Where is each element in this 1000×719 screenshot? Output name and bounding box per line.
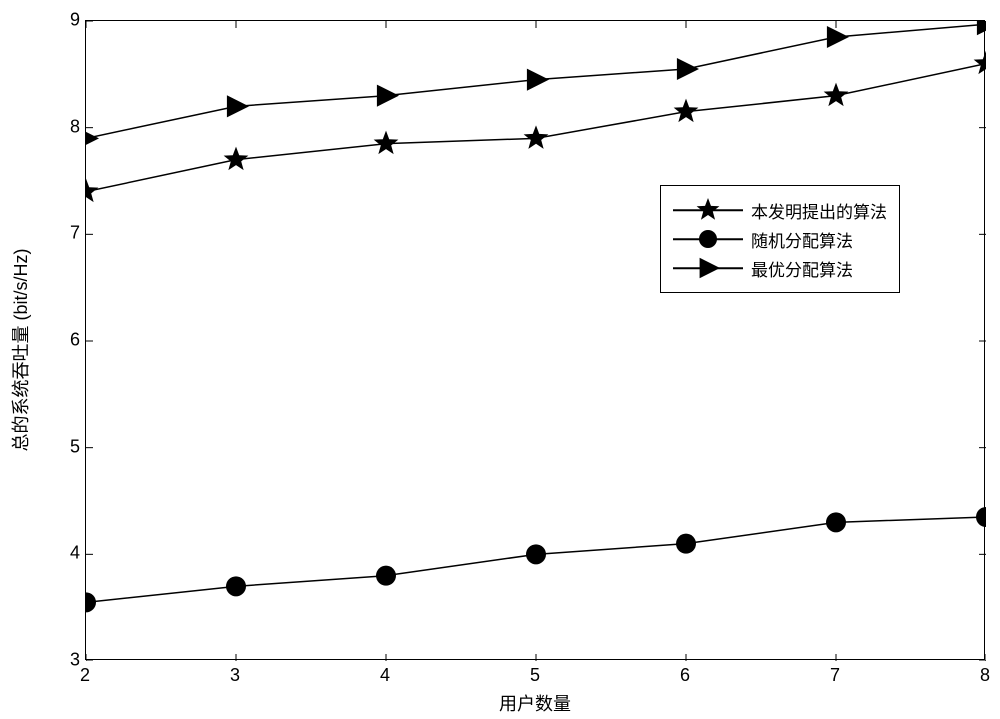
y-tick-label: 4 — [60, 543, 80, 564]
legend-label: 随机分配算法 — [751, 227, 853, 252]
y-axis-label: 总的系统吞吐量 (bit/s/Hz) — [7, 248, 33, 451]
legend-entry: 本发明提出的算法 — [673, 197, 887, 223]
x-tick-label: 3 — [230, 665, 240, 686]
legend-entry: 随机分配算法 — [673, 226, 887, 252]
y-tick-label: 3 — [60, 650, 80, 671]
x-tick-label: 6 — [680, 665, 690, 686]
chart-svg — [86, 21, 986, 661]
y-tick-label: 8 — [60, 116, 80, 137]
x-axis-label: 用户数量 — [499, 690, 571, 716]
x-tick-label: 8 — [980, 665, 990, 686]
legend-label: 本发明提出的算法 — [751, 198, 887, 223]
chart-container — [85, 20, 985, 660]
x-tick-label: 2 — [80, 665, 90, 686]
y-tick-label: 6 — [60, 330, 80, 351]
legend-marker-circle — [673, 227, 743, 251]
legend-marker-triangle — [673, 256, 743, 280]
y-tick-label: 9 — [60, 10, 80, 31]
x-tick-label: 7 — [830, 665, 840, 686]
legend-marker-star — [673, 198, 743, 222]
plot-area — [85, 20, 985, 660]
legend: 本发明提出的算法随机分配算法最优分配算法 — [660, 185, 900, 293]
x-tick-label: 4 — [380, 665, 390, 686]
legend-label: 最优分配算法 — [751, 256, 853, 281]
x-tick-label: 5 — [530, 665, 540, 686]
legend-entry: 最优分配算法 — [673, 255, 887, 281]
y-tick-label: 5 — [60, 436, 80, 457]
y-tick-label: 7 — [60, 223, 80, 244]
